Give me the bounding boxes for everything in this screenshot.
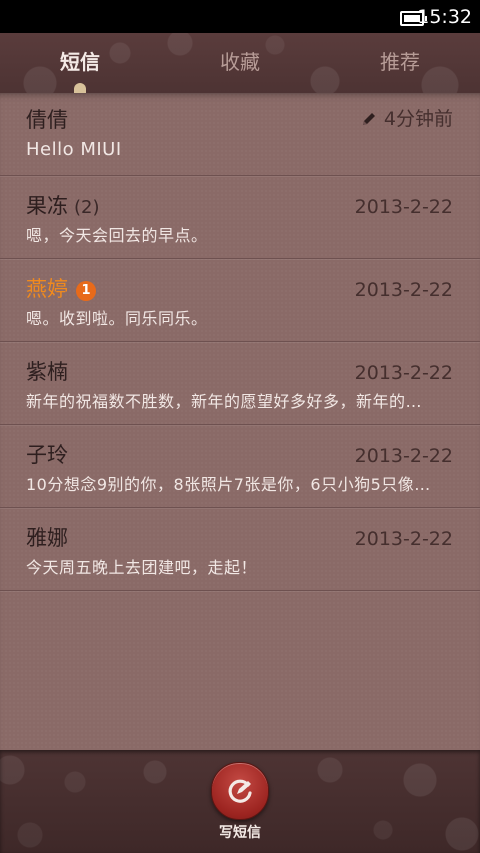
compose-button-circle[interactable] [211, 762, 269, 820]
contact-name: 燕婷 1 [26, 276, 96, 302]
conversation-row[interactable]: 果冻 (2) 2013-2-22 嗯，今天会回去的早点。 [0, 176, 480, 259]
status-bar: 15:32 [0, 0, 480, 33]
contact-name-text: 果冻 [26, 194, 68, 218]
contact-name: 雅娜 [26, 526, 68, 550]
message-preview: 今天周五晚上去团建吧，走起！ [26, 558, 258, 577]
contact-name-text: 燕婷 [26, 277, 68, 301]
contact-name: 紫楠 [26, 360, 68, 384]
tab-recommended[interactable]: 推荐 [340, 49, 460, 75]
sms-app-screen: 15:32 短信 收藏 推荐 倩倩 4分钟前 Hello MIUI 果冻 (2) … [0, 0, 480, 853]
message-count: (2) [74, 197, 100, 218]
conversation-time: 2013-2-22 [354, 528, 453, 550]
conversation-time: 2013-2-22 [354, 279, 453, 301]
conversation-time: 2013-2-22 [354, 196, 453, 218]
conversation-time: 2013-2-22 [354, 445, 453, 467]
status-clock: 15:32 [417, 6, 472, 28]
conversation-row[interactable]: 雅娜 2013-2-22 今天周五晚上去团建吧，走起！ [0, 508, 480, 591]
conversation-time: 2013-2-22 [354, 362, 453, 384]
contact-name: 倩倩 [26, 108, 68, 132]
tab-favorites[interactable]: 收藏 [180, 49, 300, 75]
pencil-draft-icon [362, 113, 375, 125]
conversation-row[interactable]: 倩倩 4分钟前 Hello MIUI [0, 93, 480, 176]
message-preview: 嗯。收到啦。同乐同乐。 [26, 309, 208, 328]
conversation-list: 倩倩 4分钟前 Hello MIUI 果冻 (2) 2013-2-22 嗯，今天会… [0, 93, 480, 750]
conversation-row[interactable]: 子玲 2013-2-22 10分想念9别的你，8张照片7张是你，6只小狗5只像… [0, 425, 480, 508]
unread-badge: 1 [76, 281, 96, 301]
message-preview: Hello MIUI [26, 139, 122, 160]
conversation-time: 4分钟前 [362, 107, 453, 131]
active-tab-indicator [74, 83, 86, 93]
conversation-time-text: 4分钟前 [383, 108, 453, 130]
tab-bar: 短信 收藏 推荐 [0, 33, 480, 93]
message-preview: 新年的祝福数不胜数，新年的愿望好多好多，新年的… [26, 392, 423, 411]
compose-icon [228, 779, 252, 803]
bottom-action-bar: 写短信 [0, 750, 480, 853]
conversation-row[interactable]: 紫楠 2013-2-22 新年的祝福数不胜数，新年的愿望好多好多，新年的… [0, 342, 480, 425]
compose-button[interactable]: 写短信 [211, 762, 269, 842]
tab-sms[interactable]: 短信 [20, 49, 140, 75]
contact-name: 子玲 [26, 443, 68, 467]
message-preview: 嗯，今天会回去的早点。 [26, 226, 208, 245]
compose-label: 写短信 [219, 825, 261, 841]
conversation-row[interactable]: 燕婷 1 2013-2-22 嗯。收到啦。同乐同乐。 [0, 259, 480, 342]
message-preview: 10分想念9别的你，8张照片7张是你，6只小狗5只像… [26, 475, 431, 494]
contact-name: 果冻 (2) [26, 193, 100, 221]
